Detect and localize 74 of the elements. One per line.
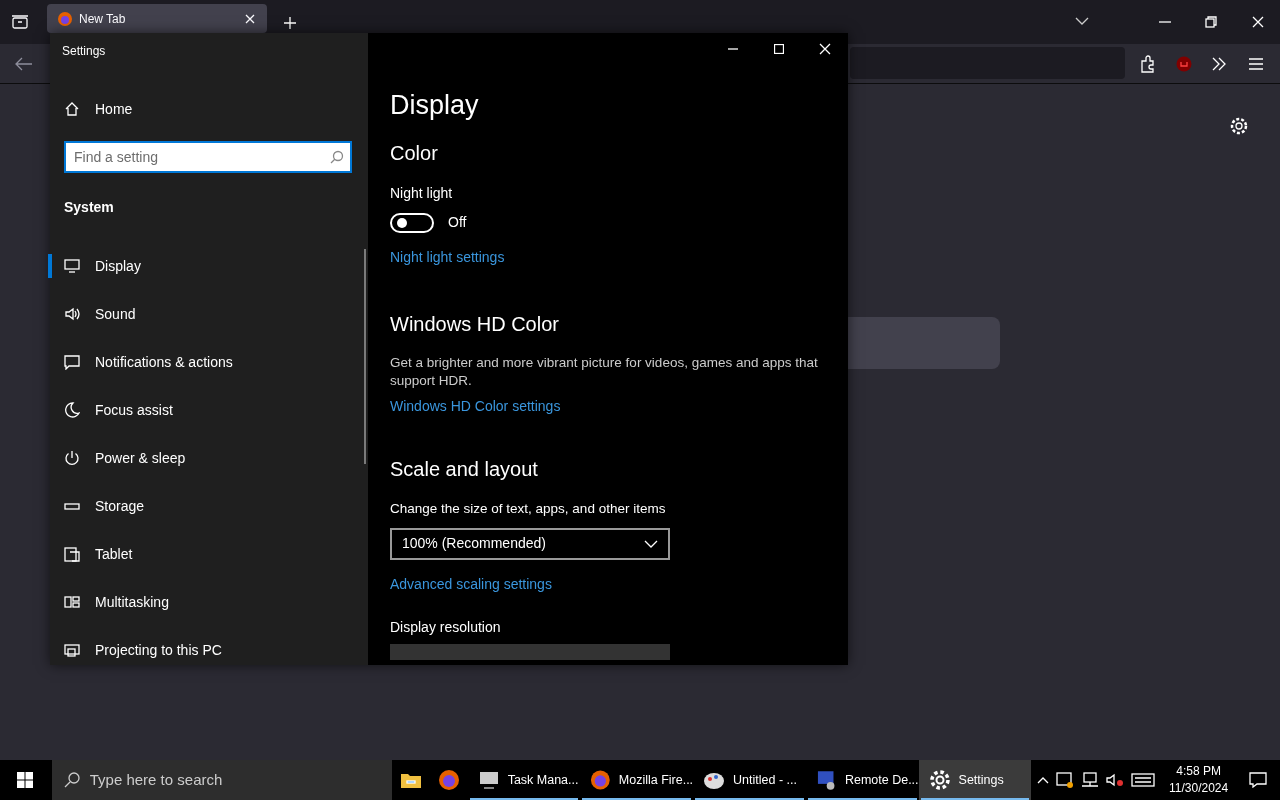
monitor-icon xyxy=(477,769,500,791)
description-text: Get a brighter and more vibrant picture for videos, games and apps that support HDR. xyxy=(390,354,819,391)
back-arrow-icon[interactable] xyxy=(15,57,33,71)
section-heading: Windows HD Color xyxy=(390,312,560,337)
nav-item[interactable]: Tablet xyxy=(50,530,133,578)
menu-icon[interactable] xyxy=(1248,57,1264,71)
maximize-icon xyxy=(774,44,784,54)
tab-list-icon[interactable] xyxy=(11,14,29,30)
nav-item[interactable]: Notifications & actions xyxy=(50,338,233,386)
clock[interactable]: 4:58 PM 11/30/2024 xyxy=(1161,760,1237,800)
message-icon[interactable] xyxy=(1249,772,1268,788)
section-heading: System xyxy=(64,198,114,217)
windows-logo-icon[interactable] xyxy=(16,772,33,788)
speaker-icon xyxy=(64,306,80,322)
nav-item[interactable]: Sound xyxy=(50,290,136,338)
caret-up-icon[interactable] xyxy=(1037,776,1050,784)
nav-item[interactable]: Multitasking xyxy=(50,578,169,626)
search-field[interactable]: Find a setting xyxy=(64,141,352,173)
network-icon[interactable] xyxy=(1081,772,1100,788)
puzzle-piece-icon[interactable] xyxy=(1139,55,1157,73)
message-icon xyxy=(64,354,80,370)
section-heading: Color xyxy=(390,141,439,166)
setting-label: Change the size of text, apps, and other items xyxy=(390,500,666,519)
nav-item[interactable]: Display xyxy=(50,242,141,290)
chevron-down-icon xyxy=(644,539,658,548)
keyboard-icon[interactable] xyxy=(1131,773,1156,787)
nav-item[interactable]: Projecting to this PC xyxy=(50,626,222,674)
monitor-icon xyxy=(64,258,80,274)
nav-item[interactable]: Power & sleep xyxy=(50,434,186,482)
toggle-switch[interactable] xyxy=(390,212,434,233)
nav-item[interactable]: Focus assist xyxy=(50,386,173,434)
section-heading: Scale and layout xyxy=(390,457,539,482)
tab-title: New Tab xyxy=(79,10,127,28)
taskbar-app-button[interactable]: Task Mana... xyxy=(467,760,581,800)
setting-label: Display resolution xyxy=(390,617,501,637)
taskbar-app-button[interactable]: Remote De... xyxy=(805,760,919,800)
close-icon[interactable] xyxy=(245,13,255,24)
search-icon xyxy=(330,150,344,164)
search-icon xyxy=(63,772,80,788)
close-icon[interactable] xyxy=(1252,16,1264,28)
home-icon xyxy=(64,101,80,117)
browser-tab[interactable]: New Tab xyxy=(47,4,267,33)
minimize-icon xyxy=(728,48,738,50)
home-nav-item[interactable]: Home xyxy=(50,85,133,133)
taskbar-app-button[interactable]: Settings xyxy=(918,760,1032,800)
chevron-down-icon[interactable] xyxy=(1075,16,1089,26)
new-tab-icon[interactable] xyxy=(283,16,297,30)
setting-label: Night light xyxy=(390,184,453,204)
projector-screen-icon xyxy=(64,642,80,658)
taskbar-app-button[interactable]: Mozilla Fire... xyxy=(580,760,694,800)
close-icon xyxy=(819,43,831,55)
page-title: Display xyxy=(390,89,480,122)
toggle-state: Off xyxy=(448,213,467,233)
settings-link[interactable]: Advanced scaling settings xyxy=(390,573,552,595)
taskbar-app-button[interactable]: Untitled - ... xyxy=(693,760,806,800)
taskbar-search-field[interactable]: Type here to search xyxy=(51,760,393,800)
gear-icon xyxy=(928,769,951,791)
browser-logo-icon xyxy=(57,10,73,27)
settings-link[interactable]: Night light settings xyxy=(390,247,505,269)
tablet-icon xyxy=(64,546,80,562)
gear-icon[interactable] xyxy=(1230,117,1248,135)
browser-logo-icon[interactable] xyxy=(437,769,460,791)
restore-icon[interactable] xyxy=(1205,16,1217,28)
moon-icon xyxy=(64,402,80,418)
double-chevron-icon[interactable] xyxy=(1211,57,1227,71)
settings-link[interactable]: Windows HD Color settings xyxy=(390,396,561,418)
power-icon xyxy=(64,450,80,466)
windows-grid-icon xyxy=(64,594,80,610)
scale-dropdown[interactable]: 100% (Recommended) xyxy=(390,527,670,560)
nav-item[interactable]: Storage xyxy=(50,482,145,530)
window-title: Settings xyxy=(62,43,106,60)
browser-logo-icon xyxy=(590,769,611,791)
muted-speaker-icon[interactable] xyxy=(1106,772,1125,788)
folder-icon[interactable] xyxy=(399,771,422,789)
